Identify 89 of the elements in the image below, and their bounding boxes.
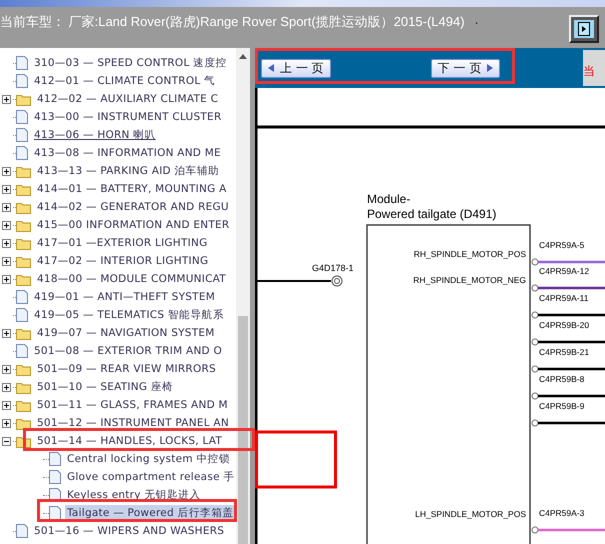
folder-icon: [16, 164, 31, 178]
tree-item[interactable]: Glove compartment release 手: [65, 469, 236, 485]
plus-box-icon[interactable]: [2, 202, 11, 212]
document-icon: [16, 128, 28, 142]
connector-label: C4PR59A-5: [539, 240, 584, 250]
vehicle-title: 当前车型： 厂家:Land Rover(路虎)Range Rover Sport(揽胜运动版）2015-(L494): [0, 13, 465, 31]
document-icon: [16, 146, 28, 160]
tree-item[interactable]: 413—06 — HORN 喇叭: [32, 127, 158, 143]
tree-item[interactable]: 412—01 — CLIMATE CONTROL 气: [32, 73, 218, 89]
folder-icon: [16, 272, 31, 286]
tree-item[interactable]: 417—02 — INTERIOR LIGHTING: [35, 254, 210, 268]
right-arrow-icon: [487, 64, 494, 72]
module-label: Module-: [367, 192, 410, 206]
tree-item[interactable]: Central locking system 中控锁: [65, 451, 232, 467]
tree-item[interactable]: 414—01 — BATTERY, MOUNTING A: [35, 182, 229, 196]
plus-box-icon[interactable]: [2, 382, 11, 392]
tree-item[interactable]: 413—08 — INFORMATION AND ME: [32, 146, 223, 160]
tree-item[interactable]: 415—00 INFORMATION AND ENTER: [35, 218, 232, 232]
pin-label: RH_SPINDLE_MOTOR_NEG: [413, 275, 526, 285]
plus-box-icon[interactable]: [2, 220, 11, 230]
document-icon: [16, 74, 28, 88]
plus-box-icon[interactable]: [2, 274, 11, 284]
plus-box-icon[interactable]: [2, 166, 11, 176]
folder-icon: [16, 254, 31, 268]
connector-label: C4PR59B-20: [539, 320, 590, 330]
left-arrow-icon: [268, 64, 274, 72]
plus-box-icon[interactable]: [2, 94, 11, 104]
folder-icon: [16, 398, 31, 412]
tree-item[interactable]: 501—08 — EXTERIOR TRIM AND O: [32, 344, 224, 358]
tree-item[interactable]: 501—09 — REAR VIEW MIRRORS: [35, 362, 218, 376]
connector-label: C4PR59B-9: [539, 401, 584, 411]
folder-icon: [16, 380, 31, 394]
tree-item[interactable]: 414—02 — GENERATOR AND REGU: [35, 200, 231, 214]
document-icon: [16, 344, 28, 358]
folder-icon: [16, 416, 31, 430]
plus-box-icon[interactable]: [2, 256, 11, 266]
tree-item[interactable]: 501—16 — WIPERS AND WASHERS: [32, 524, 226, 538]
pin-label: LH_SPINDLE_MOTOR_POS: [415, 509, 526, 519]
folder-icon: [16, 182, 31, 196]
tree-item[interactable]: 501—12 — INSTRUMENT PANEL AN: [35, 416, 231, 430]
minus-box-icon[interactable]: [2, 436, 11, 446]
current-label: 当: [583, 63, 595, 80]
pin-label: RH_SPINDLE_MOTOR_POS: [414, 249, 526, 259]
plus-box-icon[interactable]: [2, 400, 11, 410]
tree-item[interactable]: 501—14 — HANDLES, LOCKS, LAT: [35, 434, 224, 448]
connector-label: C4PR59A-11: [539, 293, 588, 303]
module-label: Powered tailgate (D491): [367, 207, 496, 221]
connector-label: C4PR59B-8: [539, 374, 584, 384]
ground-label: G4D178-1: [312, 263, 354, 273]
tree-item[interactable]: 419—05 — TELEMATICS 智能导航系: [32, 307, 226, 323]
dot-mark: .: [474, 13, 479, 28]
folder-icon: [16, 362, 31, 376]
plus-box-icon[interactable]: [2, 328, 11, 338]
folder-icon: [16, 218, 31, 232]
document-icon: [16, 308, 28, 322]
document-icon: [16, 110, 28, 124]
connector-label: C4PR59A-12: [539, 266, 590, 276]
tree-item[interactable]: 413—13 — PARKING AID 泊车辅助: [35, 163, 222, 179]
scroll-up-icon[interactable]: [239, 54, 247, 59]
tree-item[interactable]: 413—00 — INSTRUMENT CLUSTER: [32, 110, 224, 124]
document-icon: [16, 290, 28, 304]
scroll-thumb[interactable]: [238, 316, 248, 544]
connector-label: C4PR59B-21: [539, 347, 590, 357]
next-page-button[interactable]: 下 一 页: [430, 58, 500, 78]
tree-item[interactable]: 501—11 — GLASS, FRAMES AND M: [35, 398, 230, 412]
tree-item[interactable]: 412—02 — AUXILIARY CLIMATE C: [35, 92, 220, 106]
document-icon: [16, 524, 28, 538]
tree-item[interactable]: 419—01 — ANTI—THEFT SYSTEM: [32, 290, 218, 304]
folder-icon: [16, 92, 31, 106]
folder-icon: [16, 326, 31, 340]
connector-label: C4PR59A-3: [539, 508, 584, 518]
plus-box-icon[interactable]: [2, 364, 11, 374]
scrollbar[interactable]: [236, 48, 250, 544]
tree-item[interactable]: 310—03 — SPEED CONTROL 速度控: [32, 55, 229, 71]
tree-item[interactable]: 419—07 — NAVIGATION SYSTEM: [35, 326, 217, 340]
folder-icon: [16, 200, 31, 214]
document-icon: [16, 56, 28, 70]
prev-page-button[interactable]: 上 一 页: [261, 58, 331, 78]
plus-box-icon[interactable]: [2, 238, 11, 248]
tree-item[interactable]: 418—00 — MODULE COMMUNICAT: [35, 272, 228, 286]
document-icon: [49, 452, 61, 466]
toggle-button[interactable]: [569, 15, 599, 43]
plus-box-icon[interactable]: [2, 418, 11, 428]
tree-item[interactable]: 501—10 — SEATING 座椅: [35, 379, 176, 395]
document-icon: [49, 506, 61, 520]
document-icon: [49, 470, 61, 484]
tree-item[interactable]: 417—01 —EXTERIOR LIGHTING: [35, 236, 210, 250]
folder-icon: [16, 236, 31, 250]
plus-box-icon[interactable]: [2, 184, 11, 194]
